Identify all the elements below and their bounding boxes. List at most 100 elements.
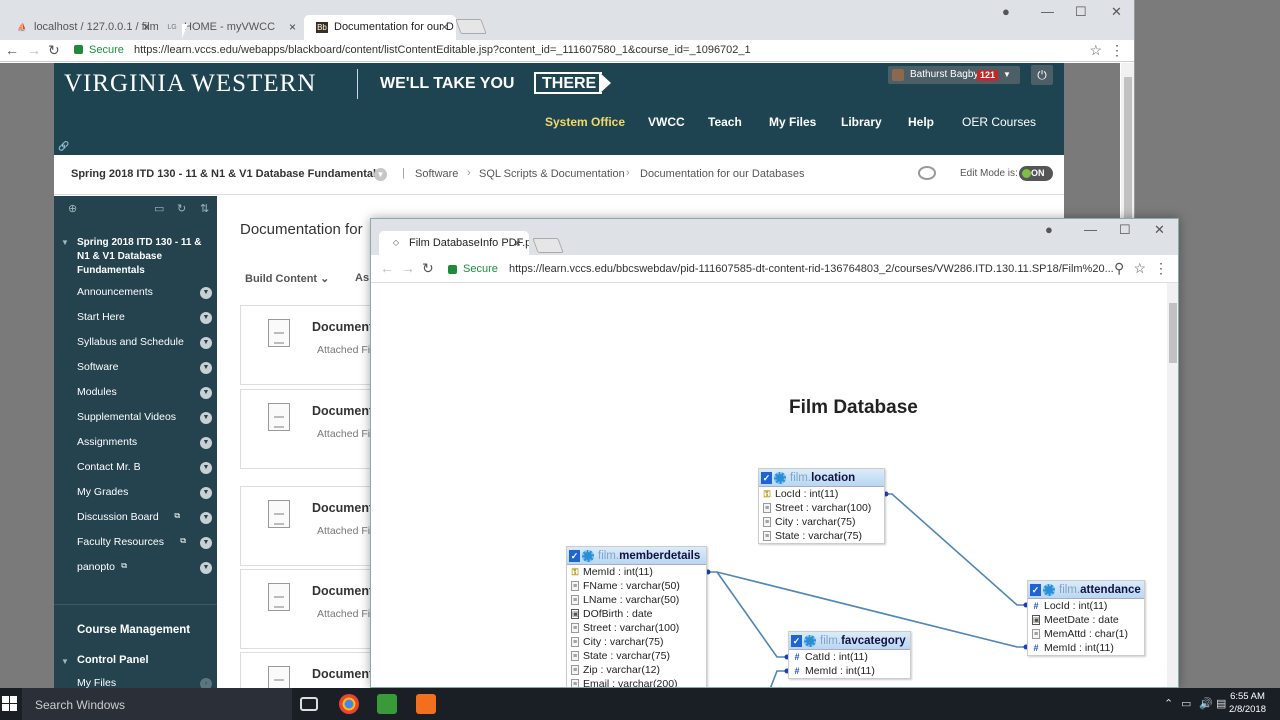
scrollbar-thumb[interactable]: [1124, 77, 1132, 225]
table-column[interactable]: ⚿ MemId : int(11): [567, 565, 706, 579]
sidebar-item-my-files[interactable]: My Files: [77, 677, 116, 688]
checkbox-icon[interactable]: ✓: [761, 472, 772, 484]
table-header[interactable]: ✓ film.favcategory: [789, 632, 910, 650]
chevron-down-icon[interactable]: ▼: [200, 562, 212, 574]
new-tab-button[interactable]: [532, 238, 564, 253]
table-column[interactable]: ≡ State : varchar(75): [759, 529, 884, 543]
table-column[interactable]: # CatId : int(11): [789, 650, 910, 664]
chevron-down-icon[interactable]: ▼: [200, 362, 212, 374]
tray-arrow-icon[interactable]: ⌃: [1164, 697, 1173, 710]
windows-start-icon[interactable]: [0, 688, 22, 720]
table-header[interactable]: ✓ film.location: [759, 469, 884, 487]
table-column[interactable]: ≡ Street : varchar(100): [567, 621, 706, 635]
sidebar-item-supplemental-videos[interactable]: Supplemental Videos: [77, 411, 176, 423]
notifications-icon[interactable]: ▤: [1216, 697, 1226, 710]
maximize-button[interactable]: ☐: [1119, 222, 1131, 238]
table-column[interactable]: ▣ DOfBirth : date: [567, 607, 706, 621]
table-column[interactable]: ≡ City : varchar(75): [759, 515, 884, 529]
close-tab-icon[interactable]: ×: [514, 231, 521, 255]
chevron-down-icon[interactable]: ▼: [200, 537, 212, 549]
content-item-title[interactable]: Document: [312, 584, 373, 598]
minimize-button[interactable]: —: [1041, 4, 1054, 19]
sidebar-item-software[interactable]: Software: [77, 361, 118, 373]
pdf-scrollbar[interactable]: [1167, 283, 1178, 687]
collapse-triangle-icon[interactable]: ▼: [61, 657, 69, 666]
chevron-down-icon[interactable]: ▼: [200, 462, 212, 474]
nav-my-files[interactable]: My Files: [769, 115, 816, 129]
close-tab-icon[interactable]: ×: [143, 15, 150, 40]
chevron-down-icon[interactable]: ▼: [200, 387, 212, 399]
reload-icon[interactable]: ↻: [48, 42, 60, 59]
chevron-down-icon[interactable]: ▼: [200, 287, 212, 299]
volume-icon[interactable]: 🔊: [1199, 697, 1213, 710]
clock[interactable]: 6:55 AM 2/8/2018: [1229, 690, 1266, 716]
profile-icon[interactable]: ●: [1002, 4, 1010, 19]
back-icon[interactable]: ←: [5, 42, 19, 58]
nav-oer-courses[interactable]: OER Courses: [962, 115, 1036, 129]
table-column[interactable]: ≡ MemAttd : char(1): [1028, 627, 1144, 641]
reorder-icon[interactable]: ⇅: [200, 202, 209, 215]
forward-icon[interactable]: →: [401, 260, 415, 276]
sidebar-item-modules[interactable]: Modules: [77, 386, 117, 398]
table-location[interactable]: ✓ film.location ⚿ LocId : int(11) ≡ Street : …: [758, 468, 885, 544]
table-column[interactable]: ≡ City : varchar(75): [567, 635, 706, 649]
nav-system-office[interactable]: System Office: [545, 115, 625, 129]
close-tab-icon[interactable]: ×: [289, 15, 296, 40]
tab-phpmyadmin[interactable]: ⛵ localhost / 127.0.0.1 / film ×: [4, 15, 158, 40]
content-item-title[interactable]: Document: [312, 404, 373, 418]
xampp-icon[interactable]: [416, 694, 436, 714]
menu-icon[interactable]: ⋮: [1110, 42, 1124, 59]
sidebar-item-discussion-board[interactable]: Discussion Board: [77, 511, 159, 523]
student-preview-eye-icon[interactable]: [918, 166, 936, 180]
tab-film-pdf[interactable]: ◇ Film DatabaseInfo PDF.p ×: [379, 231, 529, 255]
network-icon[interactable]: ▭: [1181, 697, 1191, 710]
sidebar-item-start-here[interactable]: Start Here: [77, 311, 125, 323]
school-logo[interactable]: VIRGINIA WESTERN: [64, 70, 316, 98]
checkbox-icon[interactable]: ✓: [1030, 584, 1041, 596]
chevron-down-icon[interactable]: ▼: [374, 168, 387, 181]
content-item-title[interactable]: Document: [312, 667, 373, 681]
chevron-down-icon[interactable]: ▼: [200, 512, 212, 524]
chevron-down-icon[interactable]: ▼: [200, 437, 212, 449]
content-item[interactable]: Document Attached Fil: [240, 486, 380, 566]
folder-view-icon[interactable]: ▭: [154, 202, 164, 215]
chevron-right-icon[interactable]: ›: [200, 678, 212, 688]
breadcrumb-sql-scripts[interactable]: SQL Scripts & Documentation: [479, 168, 625, 180]
chevron-down-icon[interactable]: ▼: [200, 312, 212, 324]
sidebar-item-syllabus-and-schedule[interactable]: Syllabus and Schedule: [77, 336, 184, 348]
content-item[interactable]: Document Attached Fil: [240, 569, 380, 649]
search-windows-field[interactable]: Search Windows: [22, 688, 292, 720]
collapse-triangle-icon[interactable]: ▼: [61, 238, 69, 247]
new-tab-button[interactable]: [455, 19, 487, 34]
nav-help[interactable]: Help: [908, 115, 934, 129]
sidebar-item-faculty-resources[interactable]: Faculty Resources: [77, 536, 164, 548]
profile-icon[interactable]: ●: [1045, 222, 1053, 237]
table-column[interactable]: # MemId : int(11): [789, 664, 910, 678]
assessments-button[interactable]: As: [355, 272, 369, 284]
tab-myvwcc[interactable]: LG HOME - myVWCC ×: [154, 15, 304, 40]
task-view-icon[interactable]: [300, 697, 318, 711]
bookmark-star-icon[interactable]: ☆: [1133, 260, 1146, 277]
checkbox-icon[interactable]: ✓: [569, 550, 580, 562]
content-item[interactable]: Document Attached Fil: [240, 389, 380, 469]
table-column[interactable]: # LocId : int(11): [1028, 599, 1144, 613]
table-column[interactable]: ⚿ LocId : int(11): [759, 487, 884, 501]
reload-icon[interactable]: ↻: [422, 260, 434, 277]
scrollbar-thumb[interactable]: [1169, 303, 1177, 363]
content-item[interactable]: Document Attached Fil: [240, 305, 380, 385]
course-menu-title[interactable]: Spring 2018 ITD 130 - 11 & N1 & V1 Datab…: [77, 236, 202, 278]
checkbox-icon[interactable]: ✓: [791, 635, 802, 647]
control-panel-heading[interactable]: Control Panel: [77, 654, 149, 666]
chevron-down-icon[interactable]: ▼: [200, 337, 212, 349]
zoom-icon[interactable]: ⚲: [1114, 260, 1124, 277]
content-item-title[interactable]: Document: [312, 501, 373, 515]
table-column[interactable]: ≡ State : varchar(75): [567, 649, 706, 663]
chrome-icon[interactable]: [339, 694, 359, 714]
nav-library[interactable]: Library: [841, 115, 882, 129]
user-menu[interactable]: Bathurst Bagby 121 ▼: [888, 66, 1020, 84]
table-attendance[interactable]: ✓ film.attendance # LocId : int(11) ▣ MeetDat…: [1027, 580, 1145, 656]
table-memberdetails[interactable]: ✓ film.memberdetails ⚿ MemId : int(11) ≡ FNam…: [566, 546, 707, 687]
tab-documentation[interactable]: Bb Documentation for our D ×: [304, 15, 456, 40]
refresh-icon[interactable]: ↻: [177, 202, 186, 215]
forward-icon[interactable]: →: [27, 42, 41, 58]
